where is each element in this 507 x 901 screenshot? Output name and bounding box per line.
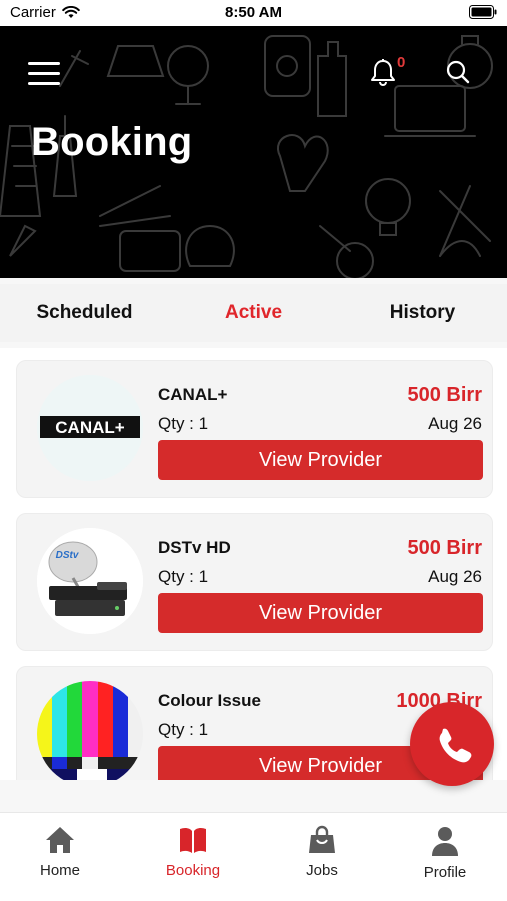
service-price: 500 Birr [407, 537, 483, 559]
battery-icon [469, 5, 497, 23]
booking-date: Aug 26 [428, 414, 482, 433]
bottom-navigation: Home Booking Jobs Profile [0, 812, 507, 901]
status-time: 8:50 AM [225, 4, 282, 21]
view-provider-button[interactable]: View Provider [158, 593, 483, 633]
tab-scheduled[interactable]: Scheduled [0, 302, 169, 324]
service-thumbnail [37, 681, 143, 780]
book-icon [180, 827, 206, 853]
service-quantity: Qty : 1 [158, 567, 209, 586]
view-provider-button[interactable]: View Provider [158, 440, 483, 480]
service-quantity: Qty : 1 [158, 414, 209, 433]
service-quantity: Qty : 1 [158, 720, 209, 739]
canal-logo-text: CANAL+ [55, 418, 124, 437]
service-name: CANAL+ [158, 385, 228, 404]
nav-jobs-label: Jobs [306, 862, 338, 879]
nav-booking-label: Booking [165, 862, 221, 879]
nav-booking[interactable]: Booking [148, 825, 238, 879]
call-button[interactable] [410, 702, 494, 786]
service-name: Colour Issue [158, 691, 261, 710]
booking-header: 0 Booking [0, 26, 507, 278]
booking-date: Aug 26 [428, 567, 482, 586]
page-title: Booking [31, 120, 193, 164]
nav-home[interactable]: Home [15, 825, 105, 879]
bag-icon [309, 825, 335, 853]
home-icon [46, 827, 74, 853]
status-bar: Carrier 8:50 AM [0, 0, 507, 26]
tab-history[interactable]: History [338, 302, 507, 324]
color-bars-image [37, 681, 143, 780]
service-thumbnail: DStv [37, 528, 143, 634]
notification-bell-icon[interactable] [370, 58, 396, 86]
nav-jobs[interactable]: Jobs [277, 825, 367, 879]
nav-profile[interactable]: Profile [400, 825, 490, 881]
booking-tabs: Scheduled Active History [0, 284, 507, 342]
person-icon [432, 827, 458, 856]
phone-icon [439, 728, 472, 763]
service-name: DSTv HD [158, 538, 231, 557]
notification-count-badge: 0 [397, 54, 406, 71]
nav-home-label: Home [39, 862, 80, 879]
dstv-logo-text: DStv [56, 550, 80, 561]
search-icon[interactable] [445, 59, 471, 85]
tab-active[interactable]: Active [169, 302, 338, 324]
service-thumbnail: CANAL+ [37, 375, 143, 481]
booking-card: DStv DSTv HD Qty : 1 500 Birr Aug 26 Vie… [16, 513, 493, 651]
service-price: 500 Birr [407, 384, 483, 406]
nav-profile-label: Profile [423, 864, 467, 881]
booking-card: CANAL+ CANAL+ Qty : 1 500 Birr Aug 26 Vi… [16, 360, 493, 498]
menu-button[interactable] [28, 62, 60, 85]
